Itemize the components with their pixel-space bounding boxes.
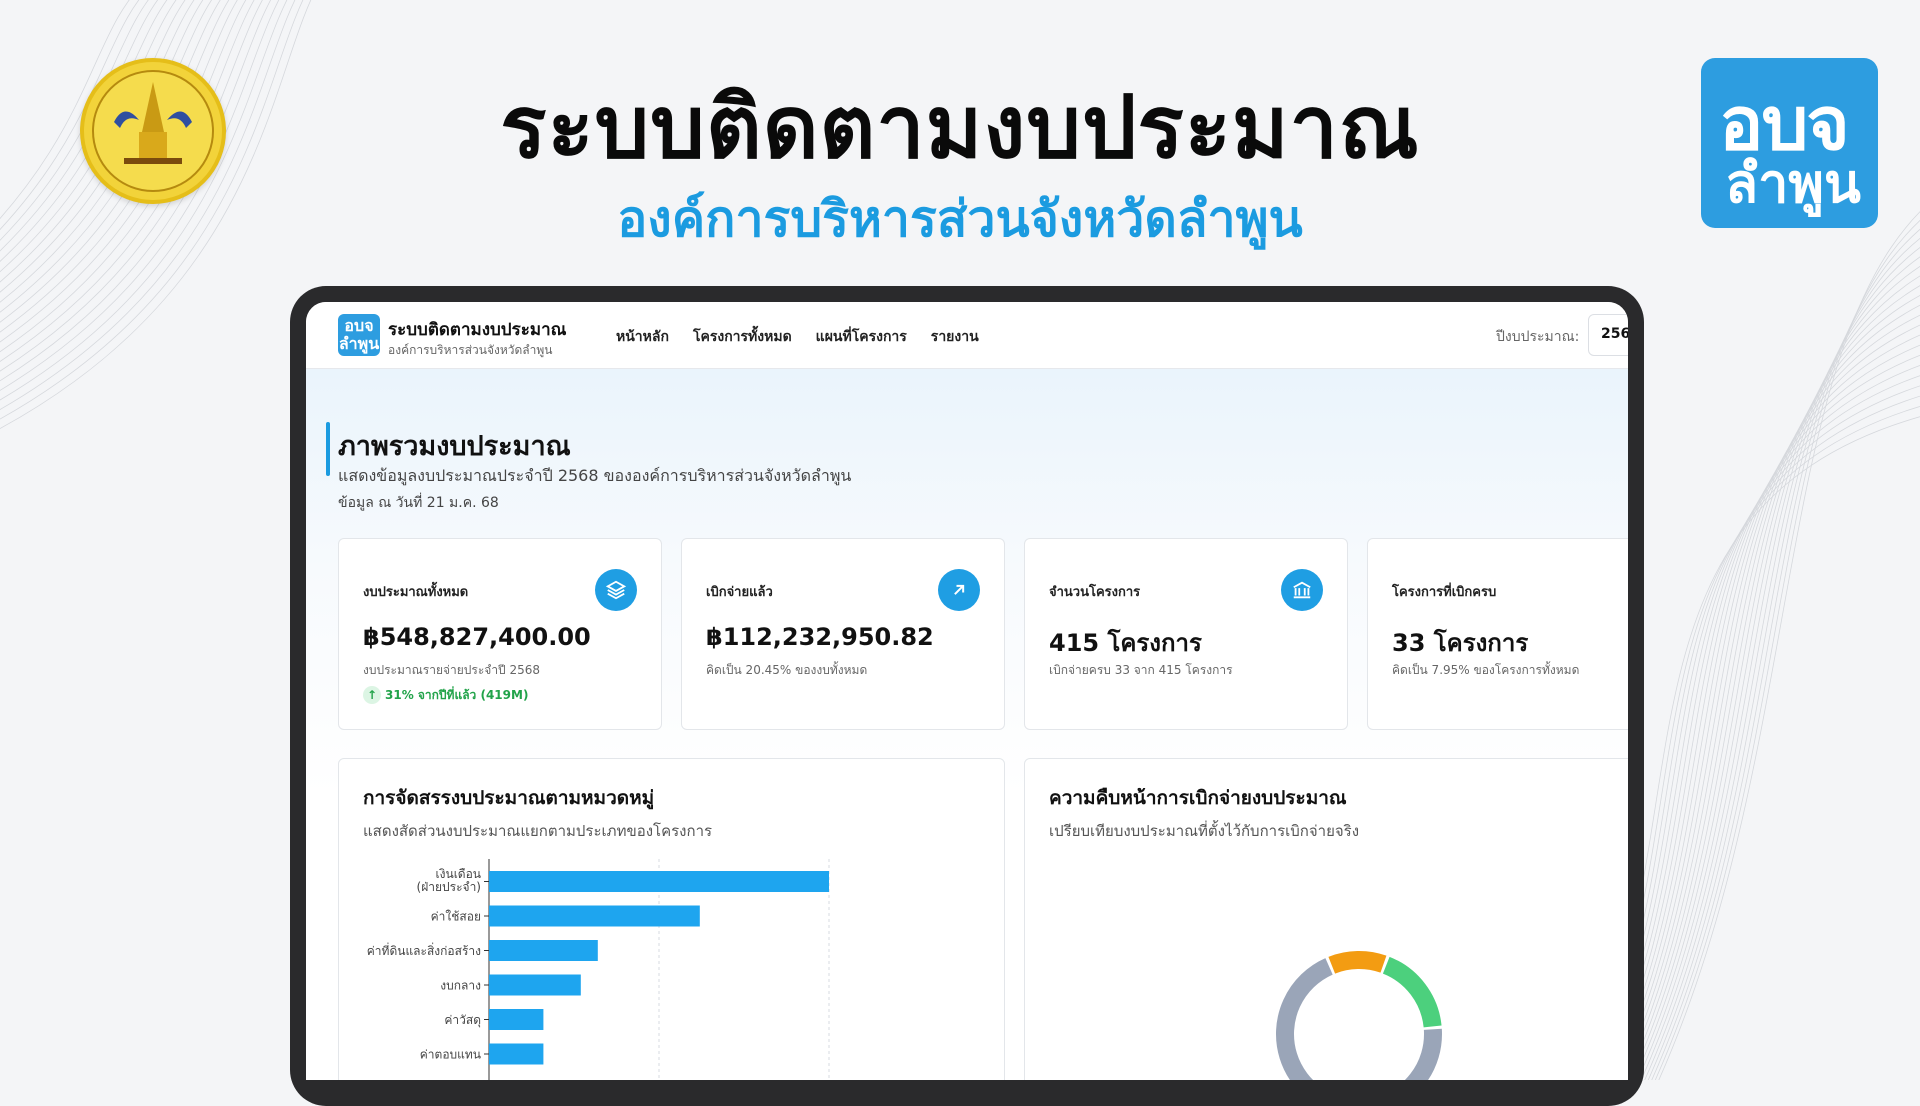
card-label: จำนวนโครงการ — [1049, 585, 1141, 600]
nav-logo[interactable]: อบจ ลำพูน — [338, 314, 380, 356]
progress-description: เปรียบเทียบงบประมาณที่ตั้งไว้กับการเบิกจ… — [1049, 822, 1360, 840]
card-label: โครงการที่เบิกครบ — [1392, 585, 1497, 600]
nav-link-project-map[interactable]: แผนที่โครงการ — [816, 326, 907, 348]
nav-link-home[interactable]: หน้าหลัก — [616, 326, 669, 348]
card-trend: ↑ 31% จากปีที่แล้ว (419M) — [363, 686, 528, 705]
card-label: งบประมาณทั้งหมด — [363, 585, 469, 600]
card-value: ฿548,827,400.00 — [363, 623, 591, 651]
card-label: เบิกจ่ายแล้ว — [706, 585, 773, 600]
page-title: ระบบติดตามงบประมาณ — [500, 78, 1420, 178]
bar-mark[interactable] — [489, 871, 829, 892]
card-note: งบประมาณรายจ่ายประจำปี 2568 — [363, 663, 541, 677]
card-disbursed: เบิกจ่ายแล้ว ฿112,232,950.82 คิดเป็น 20.… — [681, 538, 1005, 730]
card-note: คิดเป็น 20.45% ของงบทั้งหมด — [706, 663, 868, 677]
nav-app-subtitle: องค์การบริหารส่วนจังหวัดลำพูน — [388, 343, 553, 357]
overview-accent-bar — [326, 422, 330, 476]
bar-mark[interactable] — [489, 905, 700, 927]
overview-description: แสดงข้อมูลงบประมาณประจำปี 2568 ขององค์กา… — [338, 466, 852, 485]
progress-panel: ความคืบหน้าการเบิกจ่ายงบประมาณ เปรียบเที… — [1024, 758, 1628, 1080]
overview-title: ภาพรวมงบประมาณ — [338, 431, 571, 462]
bar-category-label: ค่าที่ดินและสิ่งก่อสร้าง — [367, 942, 481, 958]
donut-slice[interactable] — [1382, 956, 1442, 1028]
bar-category-label: ค่าใช้สอย — [431, 910, 481, 924]
bar-category-label: งบกลาง — [440, 979, 481, 993]
bar-category-label: เงินเดือน(ฝ่ายประจำ) — [417, 867, 481, 894]
card-note: เบิกจ่ายครบ 33 จาก 415 โครงการ — [1049, 663, 1233, 677]
card-completed-projects: โครงการที่เบิกครบ 33 โครงการ คิดเป็น 7.9… — [1367, 538, 1628, 730]
bar-mark[interactable] — [489, 940, 598, 961]
layers-icon — [595, 569, 637, 611]
top-navbar: อบจ ลำพูน ระบบติดตามงบประมาณ องค์การบริห… — [306, 302, 1628, 369]
arrow-up-right-icon — [938, 569, 980, 611]
bar-category-label: ค่าวัสดุ — [444, 1013, 481, 1028]
year-select[interactable]: 256 — [1588, 314, 1628, 356]
card-value: ฿112,232,950.82 — [706, 623, 934, 651]
nav-links: หน้าหลัก โครงการทั้งหมด แผนที่โครงการ รา… — [616, 326, 979, 348]
allocation-description: แสดงสัดส่วนงบประมาณแยกตามประเภทของโครงกา… — [363, 822, 713, 840]
allocation-bar-chart: เงินเดือน(ฝ่ายประจำ) ค่าใช้สอยค่าที่ดินแล… — [367, 859, 830, 1080]
bar-mark[interactable] — [489, 1009, 544, 1030]
bank-icon — [1281, 569, 1323, 611]
arrow-up-icon: ↑ — [363, 686, 381, 704]
overview-date: ข้อมูล ณ วันที่ 21 ม.ค. 68 — [338, 495, 499, 511]
allocation-panel: การจัดสรรงบประมาณตามหมวดหมู่ แสดงสัดส่วน… — [338, 758, 1005, 1080]
bar-mark[interactable] — [489, 1043, 544, 1065]
year-label: ปีงบประมาณ: — [1496, 329, 1580, 345]
bar-mark[interactable] — [489, 974, 581, 996]
app-screen: อบจ ลำพูน ระบบติดตามงบประมาณ องค์การบริห… — [306, 302, 1628, 1080]
card-project-count: จำนวนโครงการ 415 โครงการ เบิกจ่ายครบ 33 … — [1024, 538, 1348, 730]
card-trend-text: 31% จากปีที่แล้ว (419M) — [385, 688, 529, 702]
progress-donut-chart — [1276, 951, 1442, 1080]
card-total-budget: งบประมาณทั้งหมด ฿548,827,400.00 งบประมาณ… — [338, 538, 662, 730]
progress-title: ความคืบหน้าการเบิกจ่ายงบประมาณ — [1049, 787, 1347, 809]
nav-link-all-projects[interactable]: โครงการทั้งหมด — [693, 326, 792, 348]
donut-slice[interactable] — [1328, 951, 1387, 974]
card-value: 33 โครงการ — [1392, 629, 1529, 657]
page-subtitle: องค์การบริหารส่วนจังหวัดลำพูน — [617, 190, 1303, 248]
card-note: คิดเป็น 7.95% ของโครงการทั้งหมด — [1392, 663, 1580, 677]
nav-link-reports[interactable]: รายงาน — [931, 326, 979, 348]
bar-category-label: ค่าตอบแทน — [420, 1048, 481, 1062]
allocation-title: การจัดสรรงบประมาณตามหมวดหมู่ — [363, 787, 655, 809]
nav-app-title: ระบบติดตามงบประมาณ — [388, 320, 567, 340]
card-value: 415 โครงการ — [1049, 629, 1202, 657]
